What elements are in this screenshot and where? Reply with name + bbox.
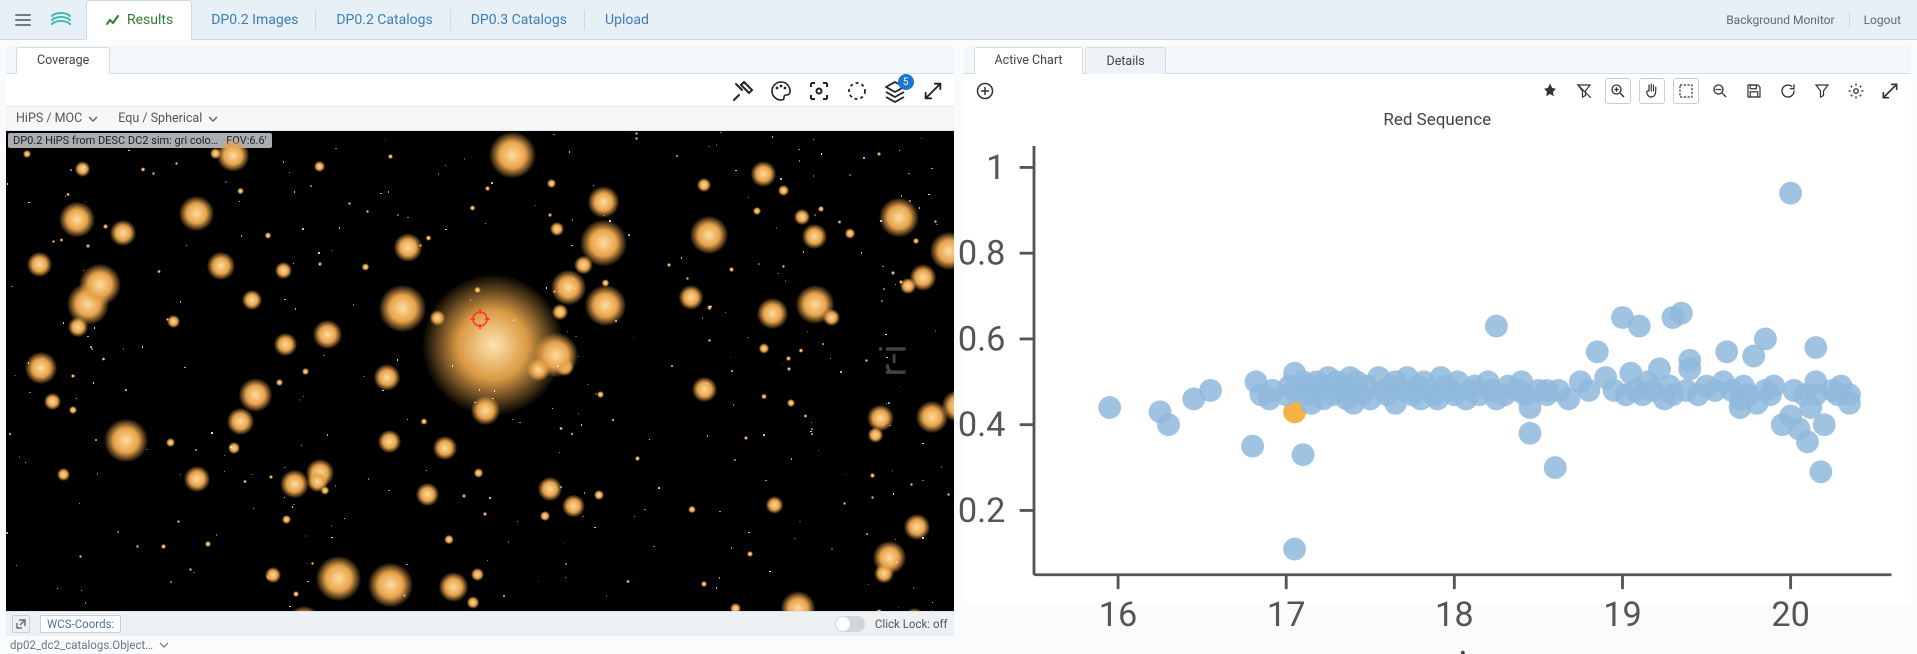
- clear-filter-icon[interactable]: [1571, 78, 1597, 104]
- svg-text:18: 18: [1435, 595, 1474, 635]
- chart-title: Red Sequence: [964, 106, 1912, 130]
- status-text: dp02_dc2_catalogs.Object…: [10, 638, 153, 652]
- nav-tab-dp02-images[interactable]: DP0.2 Images: [192, 0, 317, 39]
- click-lock-label: Click Lock: off: [875, 617, 948, 631]
- status-bar: dp02_dc2_catalogs.Object…: [0, 636, 1917, 654]
- svg-text:17: 17: [1266, 595, 1305, 635]
- filter-icon[interactable]: [1809, 78, 1835, 104]
- chart-area[interactable]: Red Sequence 16171819200.20.40.60.81ir-i: [964, 106, 1912, 604]
- nav-tab-label: Results: [127, 12, 173, 28]
- subtab-label: Coverage: [37, 53, 89, 68]
- reset-icon[interactable]: [1775, 78, 1801, 104]
- svg-text:r-i: r-i: [872, 344, 915, 376]
- nav-tabs: Results DP0.2 Images DP0.2 Catalogs DP0.…: [86, 0, 668, 39]
- expand-chart-icon[interactable]: [1877, 78, 1903, 104]
- hips-dropdown[interactable]: HiPS / MOC: [16, 111, 98, 126]
- recenter-icon[interactable]: [806, 78, 832, 104]
- background-monitor-link[interactable]: Background Monitor: [1726, 13, 1834, 27]
- popout-icon[interactable]: [12, 615, 30, 633]
- add-chart-icon[interactable]: [972, 78, 998, 104]
- app-logo: [44, 0, 78, 39]
- settings-icon[interactable]: [1843, 78, 1869, 104]
- image-pane: Coverage 5: [6, 46, 954, 636]
- image-toolbar: 5: [6, 74, 954, 106]
- zoom-in-icon[interactable]: [1605, 78, 1631, 104]
- svg-text:20: 20: [1771, 595, 1810, 635]
- subtab-label: Details: [1106, 54, 1144, 69]
- nav-tab-label: DP0.3 Catalogs: [471, 12, 567, 28]
- nav-tab-upload[interactable]: Upload: [586, 0, 668, 39]
- nav-tab-label: DP0.2 Catalogs: [336, 12, 432, 28]
- svg-text:1: 1: [986, 148, 1005, 188]
- layers-icon[interactable]: 5: [882, 78, 908, 104]
- hips-label: HiPS / MOC: [16, 111, 82, 126]
- layers-badge-count: 5: [898, 74, 914, 90]
- svg-text:0.8: 0.8: [957, 234, 1005, 274]
- save-icon[interactable]: [1741, 78, 1767, 104]
- select-region-icon[interactable]: [844, 78, 870, 104]
- svg-text:i: i: [1458, 645, 1467, 654]
- zoom-fit-icon[interactable]: [1707, 78, 1733, 104]
- svg-text:19: 19: [1603, 595, 1642, 635]
- expand-icon[interactable]: [920, 78, 946, 104]
- pin-icon[interactable]: [1537, 78, 1563, 104]
- nav-tab-label: Upload: [605, 12, 649, 28]
- color-palette-icon[interactable]: [768, 78, 794, 104]
- image-subtab-bar: Coverage: [6, 46, 954, 74]
- svg-text:0.4: 0.4: [957, 405, 1005, 445]
- chevron-down-icon: [88, 114, 98, 124]
- svg-text:0.2: 0.2: [957, 491, 1005, 531]
- subtab-details[interactable]: Details: [1085, 47, 1165, 74]
- logout-link[interactable]: Logout: [1864, 13, 1901, 27]
- projection-label: Equ / Spherical: [118, 111, 202, 126]
- svg-text:0.6: 0.6: [957, 319, 1005, 359]
- subtab-active-chart[interactable]: Active Chart: [974, 47, 1084, 74]
- nav-tab-label: DP0.2 Images: [211, 12, 298, 28]
- scatter-plot[interactable]: 16171819200.20.40.60.81ir-i: [1034, 146, 1892, 575]
- chart-toolbar: [964, 74, 1912, 106]
- chart-pane: Active Chart Details Red Sequence: [964, 46, 1912, 636]
- nav-tab-dp02-catalogs[interactable]: DP0.2 Catalogs: [317, 0, 451, 39]
- subtab-coverage[interactable]: Coverage: [16, 47, 110, 74]
- chevron-down-icon: [159, 640, 169, 650]
- projection-dropdown[interactable]: Equ / Spherical: [118, 111, 218, 126]
- chart-subtab-bar: Active Chart Details: [964, 46, 1912, 74]
- image-footer: WCS-Coords: Click Lock: off: [6, 611, 954, 636]
- nav-tab-dp03-catalogs[interactable]: DP0.3 Catalogs: [452, 0, 586, 39]
- wcs-coords-chip[interactable]: WCS-Coords:: [40, 615, 121, 633]
- subtab-label: Active Chart: [995, 53, 1063, 68]
- click-lock-toggle[interactable]: [835, 616, 865, 632]
- divider: [1849, 11, 1850, 29]
- top-navbar: Results DP0.2 Images DP0.2 Catalogs DP0.…: [0, 0, 1917, 40]
- chevron-down-icon: [208, 114, 218, 124]
- overlay-title: DP0.2 HiPS from DESC DC2 sim: gri colo…: [13, 134, 218, 147]
- svg-text:16: 16: [1098, 595, 1137, 635]
- hips-bar: HiPS / MOC Equ / Spherical: [6, 106, 954, 131]
- tools-icon[interactable]: [730, 78, 756, 104]
- nav-tab-results[interactable]: Results: [86, 0, 192, 40]
- target-reticle-icon: [470, 309, 490, 329]
- pan-icon[interactable]: [1639, 78, 1665, 104]
- menu-button[interactable]: [6, 0, 40, 39]
- box-select-icon[interactable]: [1673, 78, 1699, 104]
- sky-image-viewer[interactable]: DP0.2 HiPS from DESC DC2 sim: gri colo…F…: [6, 131, 954, 611]
